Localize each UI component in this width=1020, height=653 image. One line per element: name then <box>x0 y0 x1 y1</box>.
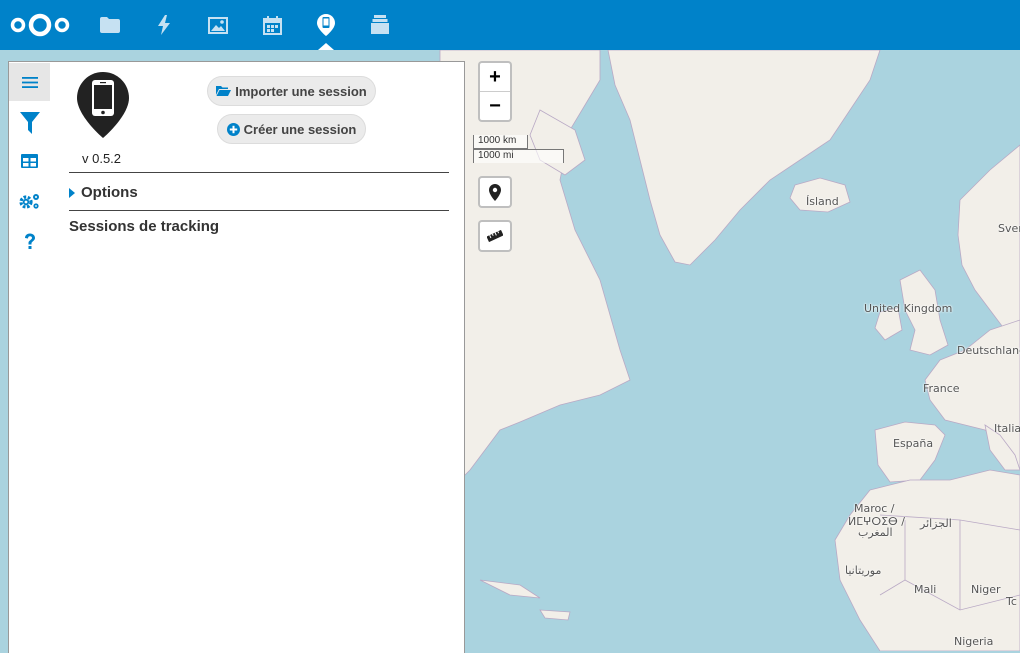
label-sweden: Sver <box>998 222 1020 235</box>
options-toggle[interactable]: Options <box>69 184 138 201</box>
nextcloud-logo-icon[interactable] <box>9 11 71 39</box>
sidebar-tabs <box>9 62 50 653</box>
tab-help[interactable] <box>9 222 50 260</box>
active-app-indicator <box>318 43 334 50</box>
zoom-in-button[interactable]: + <box>480 63 510 92</box>
import-session-label: Importer une session <box>235 83 367 99</box>
import-session-button[interactable]: Importer une session <box>207 76 376 106</box>
map-marker-icon <box>489 183 501 201</box>
help-icon <box>24 233 35 249</box>
tracking-sessions-heading: Sessions de tracking <box>69 218 220 235</box>
activity-icon[interactable] <box>152 13 176 37</box>
phonetrack-icon[interactable] <box>314 13 338 37</box>
tab-filters[interactable] <box>9 104 50 142</box>
label-morocco-latin: Maroc / <box>854 502 895 515</box>
scale-km: 1000 km <box>473 135 528 149</box>
label-chad: Tc <box>1006 595 1017 608</box>
label-mali: Mali <box>914 583 937 596</box>
locate-button[interactable] <box>480 178 510 206</box>
label-france: France <box>923 382 960 395</box>
calendar-icon[interactable] <box>260 13 284 37</box>
filter-icon <box>19 112 40 134</box>
options-label: Options <box>81 184 138 201</box>
scale-bar: 1000 km 1000 mi <box>473 135 564 163</box>
tab-main[interactable] <box>9 63 50 101</box>
measure-button[interactable] <box>480 222 510 250</box>
ruler-icon <box>487 230 503 242</box>
settings-icon <box>18 194 39 209</box>
label-morocco-arabic: المغرب <box>858 526 893 539</box>
zoom-control: + − <box>478 61 512 122</box>
app-version: v 0.5.2 <box>82 151 122 166</box>
label-algeria: الجزائر <box>920 517 952 530</box>
gallery-icon[interactable] <box>206 13 230 37</box>
label-italy: Italia <box>994 422 1020 435</box>
phonetrack-logo-icon <box>77 72 129 138</box>
table-icon <box>21 154 38 168</box>
tab-stats[interactable] <box>9 142 50 180</box>
label-nigeria: Nigeria <box>954 635 994 648</box>
files-icon[interactable] <box>98 13 122 37</box>
folder-open-icon <box>216 86 232 96</box>
zoom-out-button[interactable]: − <box>480 92 510 120</box>
caret-right-icon <box>69 187 75 198</box>
tab-settings[interactable] <box>9 182 50 220</box>
label-germany: Deutschland <box>957 344 1020 357</box>
create-session-button[interactable]: Créer une session <box>217 114 366 144</box>
label-niger: Niger <box>971 583 1001 596</box>
create-session-label: Créer une session <box>243 121 357 137</box>
label-mauritania: موريتانيا <box>845 564 882 577</box>
plus-circle-icon <box>226 122 240 136</box>
label-spain: España <box>893 437 934 450</box>
divider <box>69 210 449 211</box>
scale-mi: 1000 mi <box>473 149 564 163</box>
label-iceland: Ísland <box>806 195 839 208</box>
label-uk: United Kingdom <box>864 302 953 315</box>
locate-control <box>478 176 512 208</box>
sidebar-panel: v 0.5.2 Importer une session Créer une s… <box>8 61 465 653</box>
measure-control <box>478 220 512 252</box>
top-bar <box>0 0 1020 50</box>
divider <box>69 172 449 173</box>
menu-icon <box>21 76 38 88</box>
deck-icon[interactable] <box>368 13 392 37</box>
